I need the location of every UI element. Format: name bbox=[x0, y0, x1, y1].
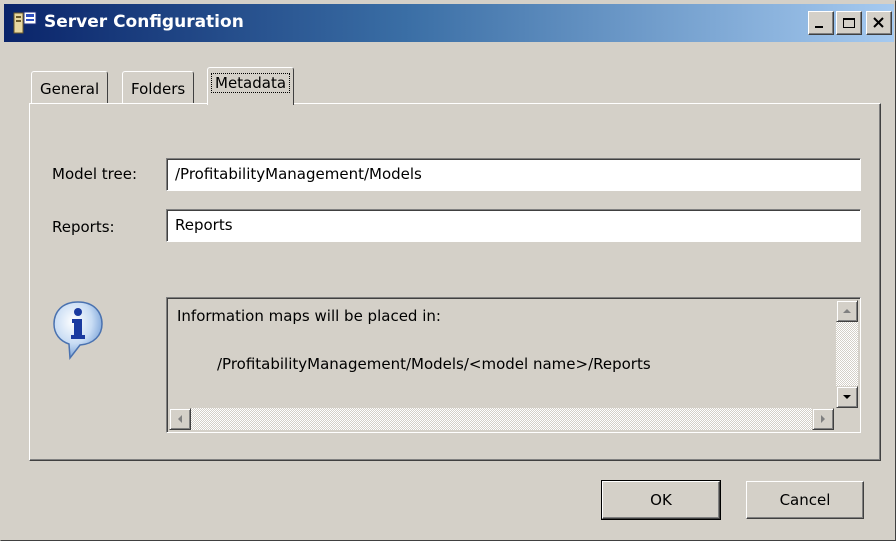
minimize-button[interactable] bbox=[808, 11, 834, 35]
arrow-down-icon bbox=[843, 395, 851, 399]
scrollbar-corner bbox=[836, 408, 858, 430]
app-icon bbox=[13, 11, 37, 34]
reports-input[interactable]: Reports bbox=[166, 209, 861, 242]
cancel-button[interactable]: Cancel bbox=[746, 481, 864, 519]
tab-metadata[interactable]: Metadata bbox=[207, 67, 295, 105]
maximize-button[interactable] bbox=[836, 11, 862, 35]
arrow-right-icon bbox=[821, 415, 825, 423]
metadata-tab-panel: Model tree: /ProfitabilityManagement/Mod… bbox=[29, 103, 881, 461]
scroll-down-button[interactable] bbox=[836, 386, 858, 408]
ok-button[interactable]: OK bbox=[601, 480, 721, 520]
vertical-scrollbar[interactable] bbox=[836, 300, 858, 408]
model-tree-label: Model tree: bbox=[52, 165, 138, 183]
scroll-left-button[interactable] bbox=[169, 408, 191, 430]
info-path-text: /ProfitabilityManagement/Models/<model n… bbox=[217, 355, 651, 373]
server-configuration-dialog: Server Configuration General Folders Met… bbox=[0, 0, 896, 541]
arrow-left-icon bbox=[178, 415, 182, 423]
arrow-up-icon bbox=[843, 309, 851, 313]
maximize-icon bbox=[843, 18, 855, 28]
title-bar[interactable]: Server Configuration bbox=[4, 4, 894, 42]
horizontal-scrollbar[interactable] bbox=[169, 408, 834, 430]
close-icon bbox=[873, 17, 884, 28]
window-title: Server Configuration bbox=[44, 12, 244, 32]
reports-label: Reports: bbox=[52, 218, 115, 236]
tab-folders[interactable]: Folders bbox=[122, 71, 195, 105]
close-button[interactable] bbox=[866, 11, 892, 35]
minimize-icon bbox=[815, 26, 823, 28]
tab-general[interactable]: General bbox=[31, 71, 109, 105]
model-tree-input[interactable]: /ProfitabilityManagement/Models bbox=[166, 158, 861, 191]
information-box: Information maps will be placed in: /Pro… bbox=[166, 297, 861, 433]
scroll-up-button[interactable] bbox=[836, 300, 858, 322]
scroll-right-button[interactable] bbox=[812, 408, 834, 430]
information-icon bbox=[53, 301, 103, 361]
info-heading-text: Information maps will be placed in: bbox=[177, 307, 441, 325]
